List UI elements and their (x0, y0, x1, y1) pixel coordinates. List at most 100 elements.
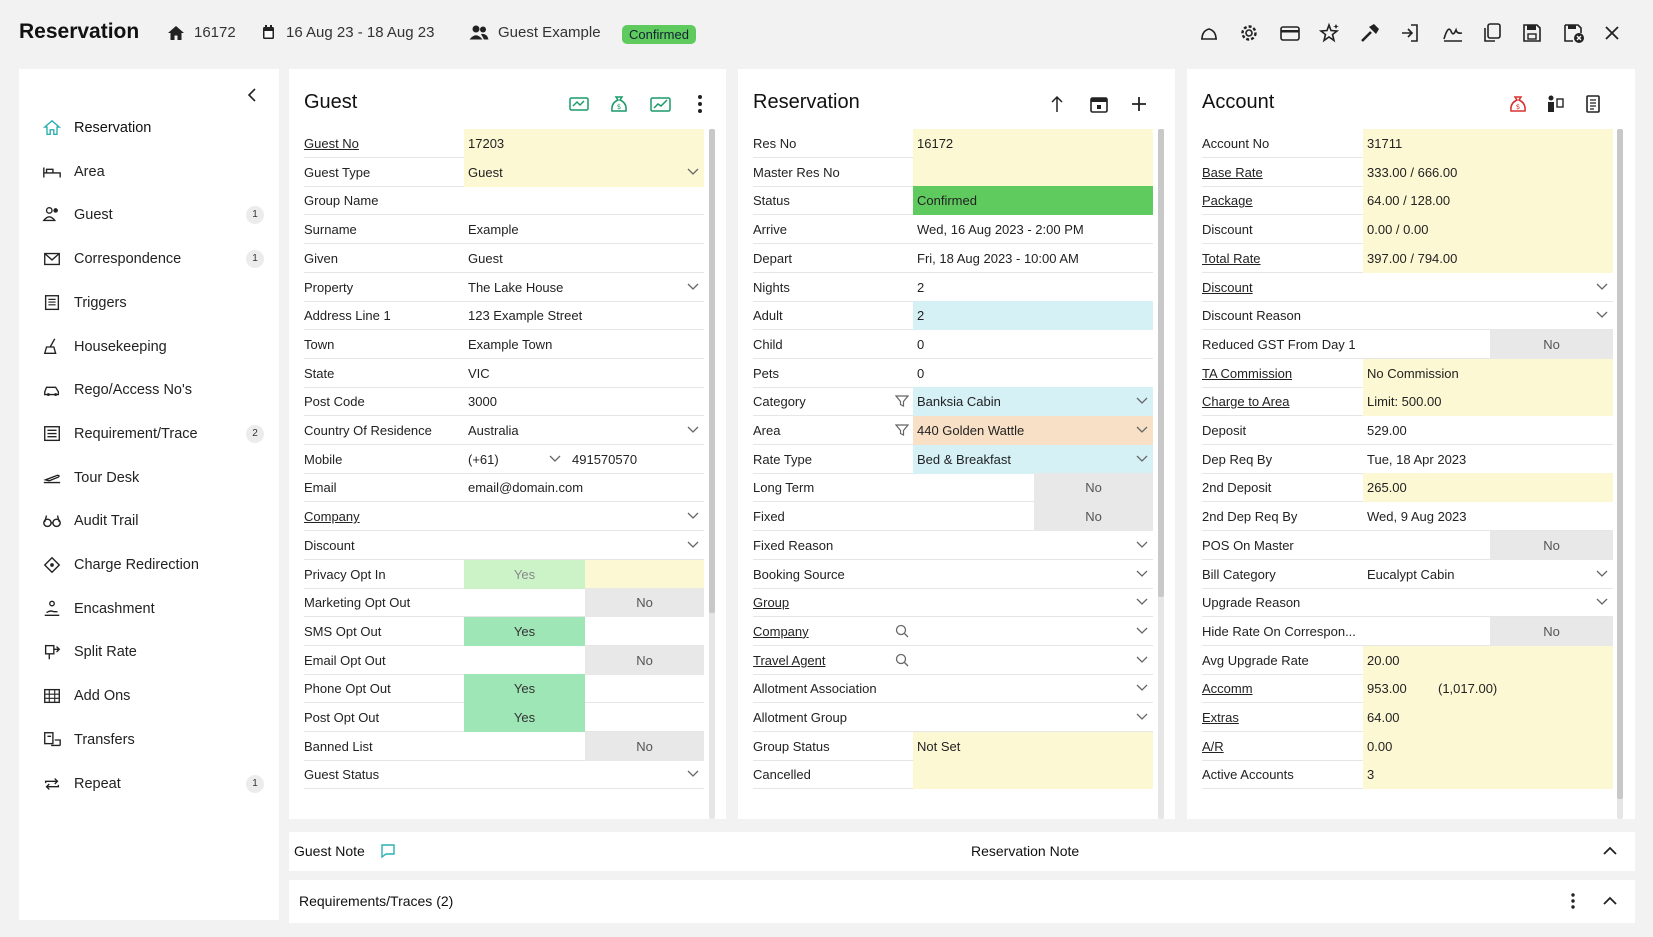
field-label[interactable]: Company (753, 624, 809, 639)
field-value[interactable] (913, 674, 1153, 703)
field-value[interactable]: email@domain.com (464, 473, 704, 502)
chevron-left-icon[interactable] (245, 87, 261, 103)
sidebar-item-encashment[interactable]: Encashment (41, 597, 263, 621)
sidebar-item-area[interactable]: Area (41, 160, 263, 184)
chevron-down-icon[interactable] (687, 424, 699, 434)
chevron-down-icon[interactable] (1596, 281, 1608, 291)
sidebar-item-housekeeping[interactable]: Housekeeping (41, 335, 263, 359)
copy-icon[interactable] (1481, 22, 1503, 44)
toggle-value[interactable]: No (1490, 329, 1613, 359)
field-value[interactable]: 0.00 / 0.00 (1363, 215, 1613, 245)
field-label[interactable]: Company (304, 509, 360, 524)
close-icon[interactable] (1601, 22, 1623, 44)
chevron-down-icon[interactable] (1596, 309, 1608, 319)
toggle-value[interactable]: No (585, 731, 704, 761)
field-value[interactable]: 0 (913, 330, 1153, 359)
card-icon[interactable] (1279, 22, 1301, 44)
chevron-down-icon[interactable] (1136, 654, 1148, 664)
field-value[interactable]: 0 (913, 359, 1153, 388)
field-value[interactable]: 440 Golden Wattle (913, 416, 1153, 445)
sidebar-item-charge-redirection[interactable]: Charge Redirection (41, 553, 263, 577)
toggle-value[interactable]: No (1034, 473, 1153, 503)
toggle-value[interactable]: No (585, 645, 704, 675)
guest-note-label[interactable]: Guest Note (294, 843, 365, 859)
field-value[interactable] (913, 617, 1153, 646)
field-value[interactable]: 2 (913, 301, 1153, 331)
guest-scrollbar[interactable] (709, 129, 715, 819)
field-value[interactable]: Guest (464, 157, 704, 187)
plus-icon[interactable] (1128, 93, 1150, 115)
field-value[interactable]: The Lake House (464, 273, 704, 302)
toggle-value[interactable]: Yes (464, 674, 585, 704)
toggle-value[interactable]: Yes (464, 616, 585, 646)
save-icon[interactable] (1521, 22, 1543, 44)
field-value[interactable]: 265.00 (1363, 473, 1613, 503)
field-value[interactable] (1363, 273, 1613, 302)
chevron-down-icon[interactable] (1136, 539, 1148, 549)
chevron-down-icon[interactable] (1136, 682, 1148, 692)
field-value[interactable] (913, 588, 1153, 617)
field-value[interactable] (913, 646, 1153, 675)
chevron-down-icon[interactable] (1136, 395, 1148, 405)
comment-icon[interactable] (380, 843, 396, 859)
chevron-up-icon[interactable] (1602, 843, 1618, 859)
id-card-icon[interactable] (568, 93, 590, 115)
sidebar-item-rego-access-no-s[interactable]: Rego/Access No's (41, 378, 263, 402)
field-value[interactable] (1363, 301, 1613, 330)
field-label[interactable]: Total Rate (1202, 251, 1261, 266)
search-icon[interactable] (895, 624, 909, 638)
field-value[interactable]: 3000 (464, 387, 704, 416)
field-value[interactable]: Wed, 16 Aug 2023 - 2:00 PM (913, 215, 1153, 244)
field-label[interactable]: A/R (1202, 739, 1224, 754)
field-value[interactable]: Example Town (464, 330, 704, 359)
money-bag-red-icon[interactable]: $ (1507, 93, 1529, 115)
chevron-down-icon[interactable] (1136, 424, 1148, 434)
field-value[interactable] (1363, 588, 1613, 617)
sidebar-item-audit-trail[interactable]: Audit Trail (41, 509, 263, 533)
chevron-down-icon[interactable] (687, 281, 699, 291)
chevron-down-icon[interactable] (1136, 711, 1148, 721)
reservation-scrollbar[interactable] (1158, 129, 1164, 819)
person-money-icon[interactable] (1544, 93, 1566, 115)
requirements-title[interactable]: Requirements/Traces (2) (299, 893, 453, 909)
field-value[interactable] (464, 760, 704, 789)
field-value[interactable]: Limit: 500.00 (1363, 387, 1613, 417)
signature-icon[interactable] (1442, 22, 1464, 44)
field-value[interactable]: 20.00 (1363, 645, 1613, 675)
field-label[interactable]: Accomm (1202, 681, 1253, 696)
field-value[interactable] (913, 760, 1153, 790)
field-value[interactable]: 0.00 (1363, 731, 1613, 761)
field-value[interactable]: 16172 (913, 129, 1153, 158)
field-value[interactable]: Australia (464, 416, 704, 445)
chevron-down-icon[interactable] (1596, 596, 1608, 606)
sidebar-item-split-rate[interactable]: Split Rate (41, 640, 263, 664)
field-value[interactable]: Confirmed (913, 186, 1153, 216)
receipt-icon[interactable] (1582, 93, 1604, 115)
sidebar-item-transfers[interactable]: Transfers (41, 728, 263, 752)
field-value[interactable]: 397.00 / 794.00 (1363, 243, 1613, 273)
field-label[interactable]: Package (1202, 193, 1253, 208)
chevron-down-icon[interactable] (1136, 568, 1148, 578)
field-value[interactable]: 529.00 (1363, 416, 1613, 445)
toggle-value[interactable]: Yes (464, 703, 585, 732)
field-label[interactable]: Charge to Area (1202, 394, 1289, 409)
sidebar-item-guest[interactable]: Guest 1 (41, 203, 264, 227)
sign-in-icon[interactable] (1399, 22, 1421, 44)
toggle-value[interactable]: No (1490, 616, 1613, 646)
field-value[interactable]: 64.00 (1363, 703, 1613, 732)
calendar-icon[interactable] (1088, 93, 1110, 115)
field-label[interactable]: Base Rate (1202, 165, 1263, 180)
field-value[interactable]: 31711 (1363, 129, 1613, 158)
search-icon[interactable] (895, 653, 909, 667)
money-bag-icon[interactable]: $ (608, 93, 630, 115)
sidebar-item-triggers[interactable]: Triggers (41, 291, 263, 315)
field-value[interactable]: Guest (464, 244, 704, 273)
field-value[interactable]: Example (464, 215, 704, 244)
chevron-down-icon[interactable] (1596, 568, 1608, 578)
field-value[interactable]: 17203 (464, 129, 704, 158)
bell-icon[interactable] (1198, 22, 1220, 44)
account-scrollbar[interactable] (1617, 129, 1623, 819)
sidebar-item-tour-desk[interactable]: Tour Desk (41, 466, 263, 490)
field-value[interactable] (464, 186, 704, 215)
gear-icon[interactable] (1238, 22, 1260, 44)
